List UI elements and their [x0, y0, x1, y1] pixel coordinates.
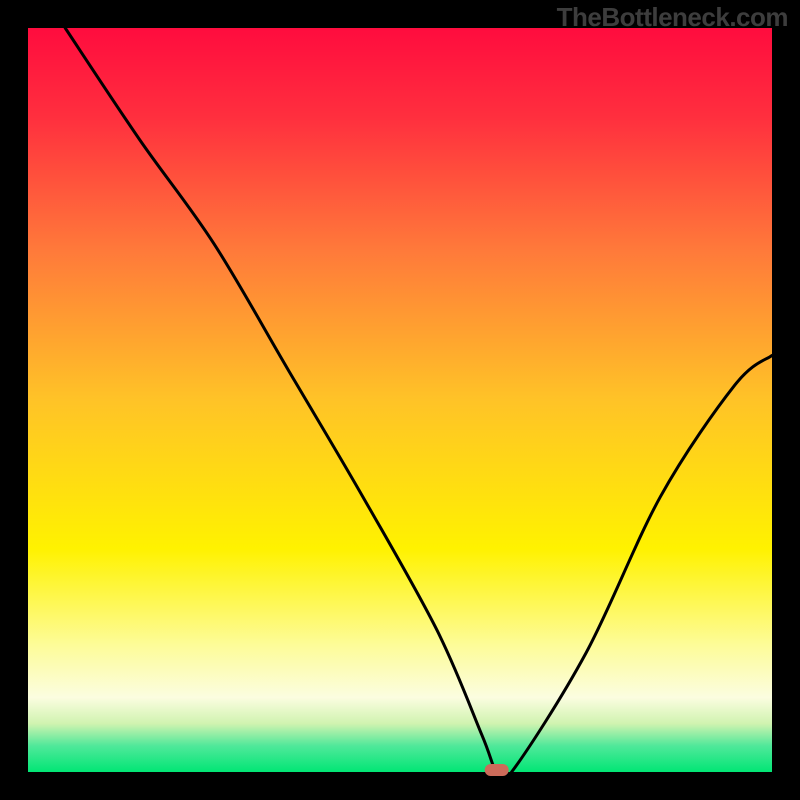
watermark-text: TheBottleneck.com: [557, 2, 788, 33]
chart-container: { "watermark": "TheBottleneck.com", "col…: [0, 0, 800, 800]
bottleneck-chart: [0, 0, 800, 800]
minimum-marker: [485, 764, 509, 776]
